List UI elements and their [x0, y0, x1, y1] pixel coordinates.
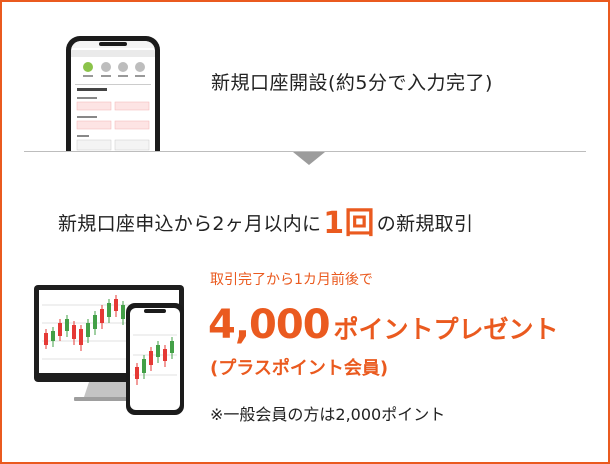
offer-amount-row: 4,000 ポイントプレゼント: [208, 302, 559, 348]
offer-present-label: ポイントプレゼント: [333, 315, 559, 344]
step-open-account-text: 新規口座開設(約5分で入力完了): [211, 72, 493, 94]
step-first-trade-highlight: 1回: [323, 206, 375, 241]
step-first-trade-text: 新規口座申込から2ヶ月以内に1回 の新規取引: [58, 198, 473, 242]
offer-note: ※一般会員の方は2,000ポイント: [210, 405, 446, 424]
smartphone-form-icon: [66, 36, 160, 152]
down-arrow-icon: [293, 152, 325, 165]
campaign-panel: 新規口座開設(約5分で入力完了) 新規口座申込から2ヶ月以内に1回の新規取引: [0, 0, 610, 464]
step-open-account: 新規口座開設(約5分で入力完了): [2, 2, 608, 152]
offer-plus-member: (プラスポイント会員): [210, 358, 389, 379]
step-first-trade-text-after: の新規取引: [376, 213, 474, 235]
monitor-and-phone-chart-icon: [34, 285, 194, 420]
offer-amount: 4,000: [208, 302, 331, 348]
offer-condition: 取引完了から1カ月前後で: [210, 272, 373, 288]
step-first-trade-text-before: 新規口座申込から2ヶ月以内に: [58, 213, 322, 235]
